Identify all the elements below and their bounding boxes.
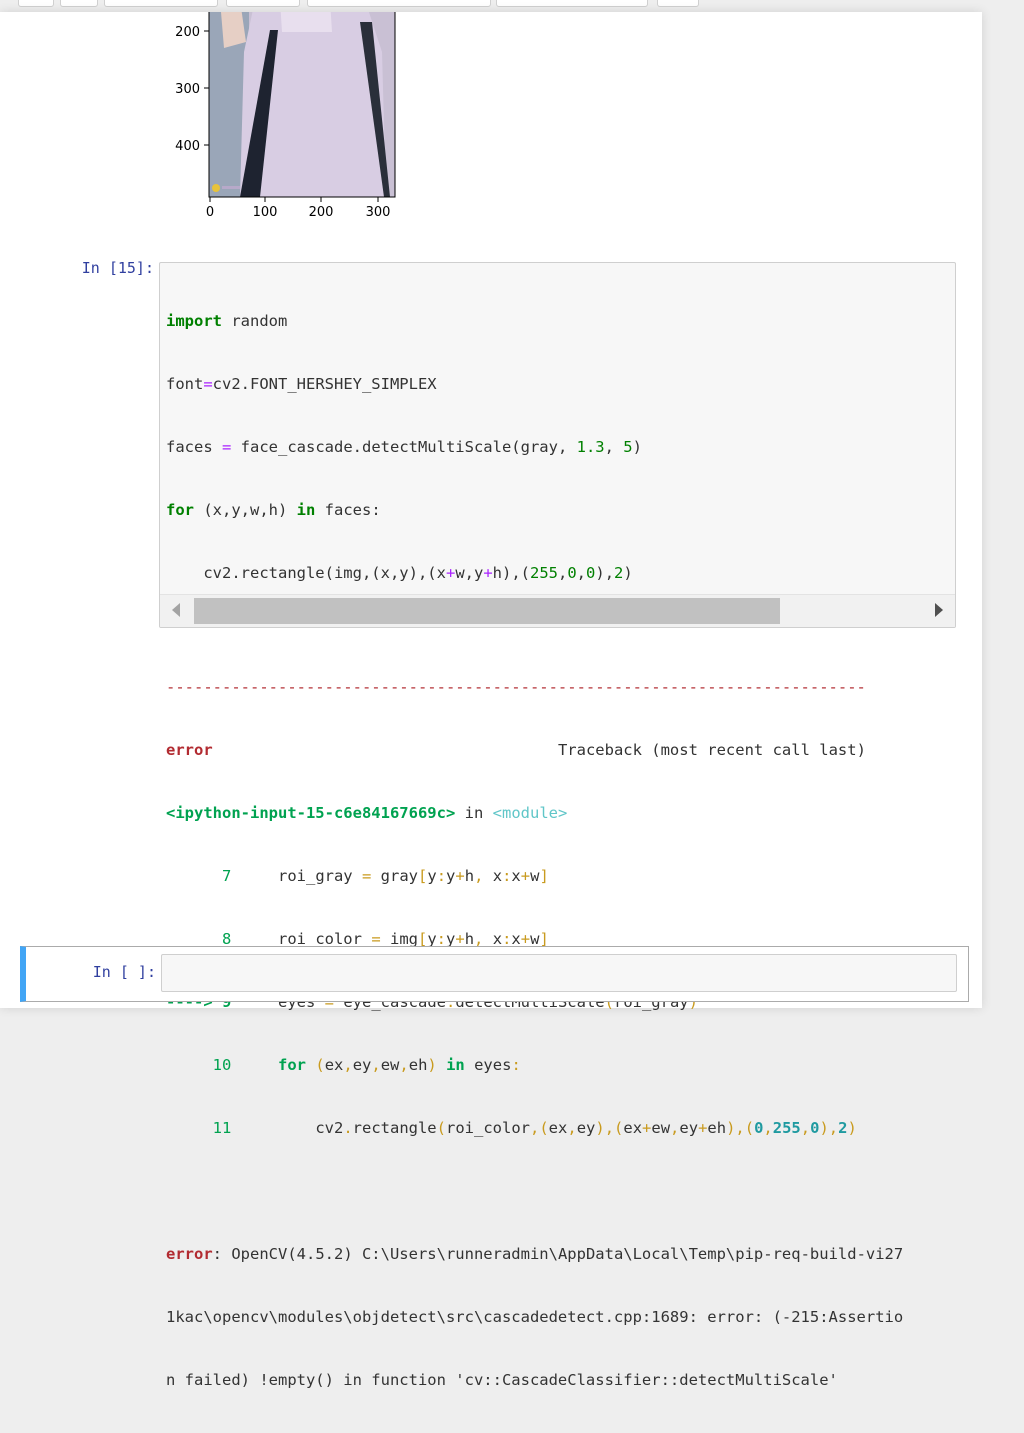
traceback-line: 7 roi_gray = gray[y:y+h, x:x+w] <box>166 867 549 885</box>
cell-prompt: In [15]: <box>81 259 154 277</box>
cell-error-output: ----------------------------------------… <box>166 635 903 1433</box>
watermark-text <box>222 186 240 189</box>
error-message-line: error: OpenCV(4.5.2) C:\Users\runneradmi… <box>166 1244 903 1265</box>
scrollbar-thumb[interactable] <box>194 598 780 624</box>
x-tick-label: 300 <box>366 205 391 220</box>
cell-prompt: In [ ]: <box>92 963 156 981</box>
scroll-right-arrow-icon[interactable] <box>935 603 943 617</box>
code-line: font=cv2.FONT_HERSHEY_SIMPLEX <box>166 375 437 393</box>
error-label: error <box>166 1245 213 1263</box>
x-tick-label: 200 <box>309 205 334 220</box>
line-number: 11 <box>166 1119 232 1137</box>
traceback-line: 11 cv2.rectangle(roi_color,(ex,ey),(ex+e… <box>166 1119 857 1137</box>
y-tick-label: 400 <box>175 139 200 154</box>
error-message-line: n failed) !empty() in function 'cv::Casc… <box>166 1371 838 1389</box>
traceback-header-line: error Traceback (most recent call last) <box>166 740 903 761</box>
notebook-toolbar <box>0 0 1024 12</box>
empty-code-editor[interactable] <box>161 954 957 992</box>
image-output-figure: 200 300 400 0 100 200 300 <box>160 12 420 242</box>
in-word: in <box>464 804 484 822</box>
code-line: cv2.rectangle(img,(x,y),(x+w,y+h),(255,0… <box>166 564 633 582</box>
line-number: 10 <box>166 1056 232 1074</box>
line-number: 7 <box>166 867 232 885</box>
error-message-line: 1kac\opencv\modules\objdetect\src\cascad… <box>166 1308 904 1326</box>
ipython-input-ref: <ipython-input-15-c6e84167669c> <box>166 804 456 822</box>
toolbar-button[interactable] <box>18 0 54 7</box>
watermark-dot <box>212 184 220 192</box>
x-tick-label: 100 <box>253 205 278 220</box>
code-line: for (x,y,w,h) in faces: <box>166 501 381 519</box>
hoodie-highlight <box>280 12 332 32</box>
x-tick-label: 0 <box>206 205 214 220</box>
toolbar-button[interactable] <box>657 0 699 7</box>
code-cell-editor[interactable]: import random font=cv2.FONT_HERSHEY_SIMP… <box>159 262 956 628</box>
module-ref: <module> <box>492 804 568 822</box>
toolbar-button-group[interactable] <box>307 0 491 7</box>
toolbar-button-group[interactable] <box>226 0 300 7</box>
hand-shape <box>221 12 246 48</box>
traceback-separator: ----------------------------------------… <box>166 678 866 696</box>
toolbar-button[interactable] <box>60 0 98 7</box>
error-message-text: : OpenCV(4.5.2) C:\Users\runneradmin\App… <box>212 1245 904 1263</box>
code-line: faces = face_cascade.detectMultiScale(gr… <box>166 438 642 456</box>
y-tick-label: 200 <box>175 25 200 40</box>
error-name: error <box>166 741 213 759</box>
selected-empty-cell[interactable]: In [ ]: <box>20 946 969 1002</box>
figure-canvas: 200 300 400 0 100 200 300 <box>175 12 396 220</box>
scroll-left-arrow-icon[interactable] <box>172 603 180 617</box>
code-lines: import random font=cv2.FONT_HERSHEY_SIMP… <box>166 269 913 627</box>
cell-type-select[interactable] <box>496 0 648 7</box>
notebook-container: 200 300 400 0 100 200 300 In [15]: impor… <box>0 12 982 1389</box>
traceback-line: 10 for (ex,ey,ew,eh) in eyes: <box>166 1056 521 1074</box>
toolbar-button-group[interactable] <box>104 0 218 7</box>
traceback-location-line: <ipython-input-15-c6e84167669c> in <modu… <box>166 803 903 824</box>
code-line: import random <box>166 312 288 330</box>
y-tick-label: 300 <box>175 82 200 97</box>
traceback-header: Traceback (most recent call last) <box>557 741 866 759</box>
horizontal-scrollbar[interactable] <box>160 594 955 627</box>
